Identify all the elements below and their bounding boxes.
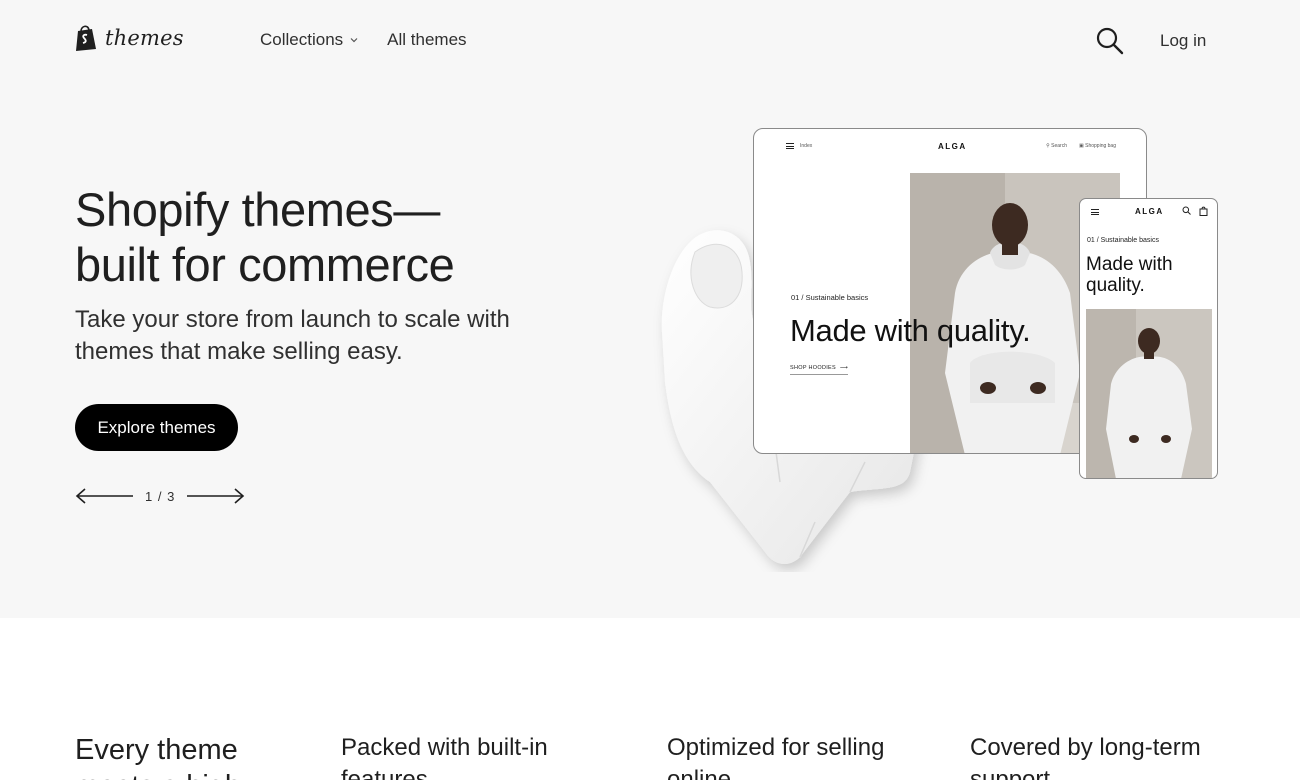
preview-headline: Made with quality. (1086, 254, 1173, 296)
preview-brand: ALGA (1135, 207, 1164, 216)
carousel-pager: 1 / 3 (75, 486, 245, 506)
hero-subtitle: Take your store from launch to scale wit… (75, 306, 510, 365)
arrow-left-icon[interactable] (75, 486, 135, 506)
preview-navbar: Index ALGA ⚲ Search ▣ Shopping bag (754, 129, 1146, 167)
mobile-theme-preview: ALGA 01 / Sustainable basics Made with q… (1079, 198, 1218, 479)
preview-menu: Index (786, 143, 812, 149)
features-section: Every theme meets a high Packed with bui… (0, 618, 1300, 780)
feature-support: Covered by long-term support (970, 734, 1201, 780)
search-icon (1182, 206, 1191, 215)
arrow-right-icon: ⟶ (839, 365, 849, 371)
shopify-themes-logo[interactable]: themes (75, 24, 184, 51)
shopping-bag-icon (1199, 206, 1208, 216)
preview-brand: ALGA (938, 142, 967, 151)
menu-icon (786, 143, 794, 149)
explore-themes-button[interactable]: Explore themes (75, 404, 238, 451)
site-header: themes Collections All themes Log in (0, 0, 1300, 82)
hero-section: Shopify themes— built for commerce Take … (0, 82, 1300, 618)
shopify-bag-icon (76, 25, 96, 51)
preview-bag: ▣ Shopping bag (1079, 143, 1116, 149)
features-lead: Every theme meets a high (75, 734, 241, 780)
search-icon[interactable] (1095, 26, 1125, 56)
hero-title-line2: built for commerce (75, 238, 455, 291)
preview-shop-label: SHOP HOODIES (790, 365, 836, 371)
nav-all-themes-label: All themes (387, 30, 467, 49)
nav-collections-label: Collections (260, 30, 344, 49)
model-photo (1086, 309, 1212, 478)
hero-title-line1: Shopify themes— (75, 183, 440, 236)
main-nav: Collections All themes (260, 30, 467, 50)
preview-actions (1182, 206, 1208, 216)
preview-bag-label: Shopping bag (1085, 143, 1116, 149)
preview-headline: Made with quality. (790, 313, 1031, 348)
preview-eyebrow: 01 / Sustainable basics (1087, 237, 1159, 244)
feature-built-in: Packed with built-in features (341, 734, 548, 780)
preview-eyebrow: 01 / Sustainable basics (791, 293, 869, 302)
feature-optimized: Optimized for selling online (667, 734, 885, 780)
carousel-counter: 1 / 3 (145, 488, 176, 504)
preview-shop-link: SHOP HOODIES ⟶ (790, 365, 849, 375)
hero-title: Shopify themes— built for commerce (75, 182, 545, 292)
preview-menu-label: Index (800, 143, 813, 149)
preview-search-label: Search (1051, 143, 1067, 149)
logo-text: themes (105, 25, 184, 50)
login-link[interactable]: Log in (1160, 31, 1206, 51)
preview-search: ⚲ Search (1046, 143, 1067, 149)
arrow-right-icon[interactable] (185, 486, 245, 506)
nav-all-themes[interactable]: All themes (387, 30, 466, 50)
menu-icon (1091, 209, 1099, 215)
nav-collections[interactable]: Collections (260, 30, 359, 50)
preview-actions: ⚲ Search ▣ Shopping bag (1046, 143, 1116, 149)
chevron-down-icon (350, 38, 358, 43)
